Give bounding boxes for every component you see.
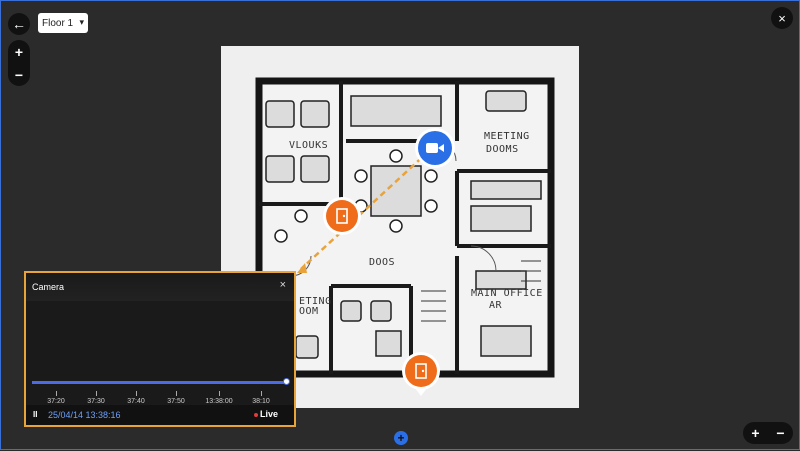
camera-panel: Camera × 37:20 37:30 37:40 37:50 13:38:0…	[24, 271, 296, 427]
timeline-tick	[219, 391, 220, 396]
timeline-tick	[96, 391, 97, 396]
video-camera-icon	[426, 143, 444, 153]
door-icon	[336, 208, 348, 224]
door-pin[interactable]	[402, 352, 440, 390]
live-indicator-dot	[254, 413, 258, 417]
door-pin[interactable]	[323, 197, 361, 235]
timeline-tick-label: 37:30	[87, 398, 105, 405]
timeline-tick	[56, 391, 57, 396]
zoom-out-button[interactable]: −	[776, 425, 784, 441]
close-icon[interactable]: ×	[280, 279, 286, 291]
timeline-handle[interactable]	[283, 378, 290, 385]
timeline[interactable]: 37:20 37:30 37:40 37:50 13:38:00 38:10	[32, 378, 290, 405]
pin-tail	[415, 388, 427, 396]
door-icon	[415, 363, 427, 379]
timeline-tick-label: 37:50	[167, 398, 185, 405]
timeline-tick-label: 37:40	[127, 398, 145, 405]
camera-pin[interactable]	[415, 128, 455, 168]
add-icon[interactable]: +	[394, 431, 408, 445]
camera-panel-header: Camera ×	[26, 273, 294, 301]
camera-datetime: 25/04/14 13:38:16	[48, 410, 121, 420]
zoom-in-button[interactable]: +	[751, 425, 759, 441]
camera-panel-title: Camera	[32, 282, 65, 292]
timeline-tick-label: 13:38:00	[205, 398, 233, 405]
pause-icon[interactable]: II	[33, 410, 37, 419]
camera-panel-footer: II 25/04/14 13:38:16 Live	[26, 405, 294, 425]
timeline-tick-label: 38:10	[252, 398, 270, 405]
timeline-tick	[261, 391, 262, 396]
timeline-tick-label: 37:20	[47, 398, 65, 405]
timeline-tick	[176, 391, 177, 396]
timeline-tick	[136, 391, 137, 396]
zoom-controls-bottom: + −	[743, 422, 793, 444]
live-button[interactable]: Live	[260, 409, 278, 419]
timeline-progress[interactable]	[32, 381, 287, 384]
